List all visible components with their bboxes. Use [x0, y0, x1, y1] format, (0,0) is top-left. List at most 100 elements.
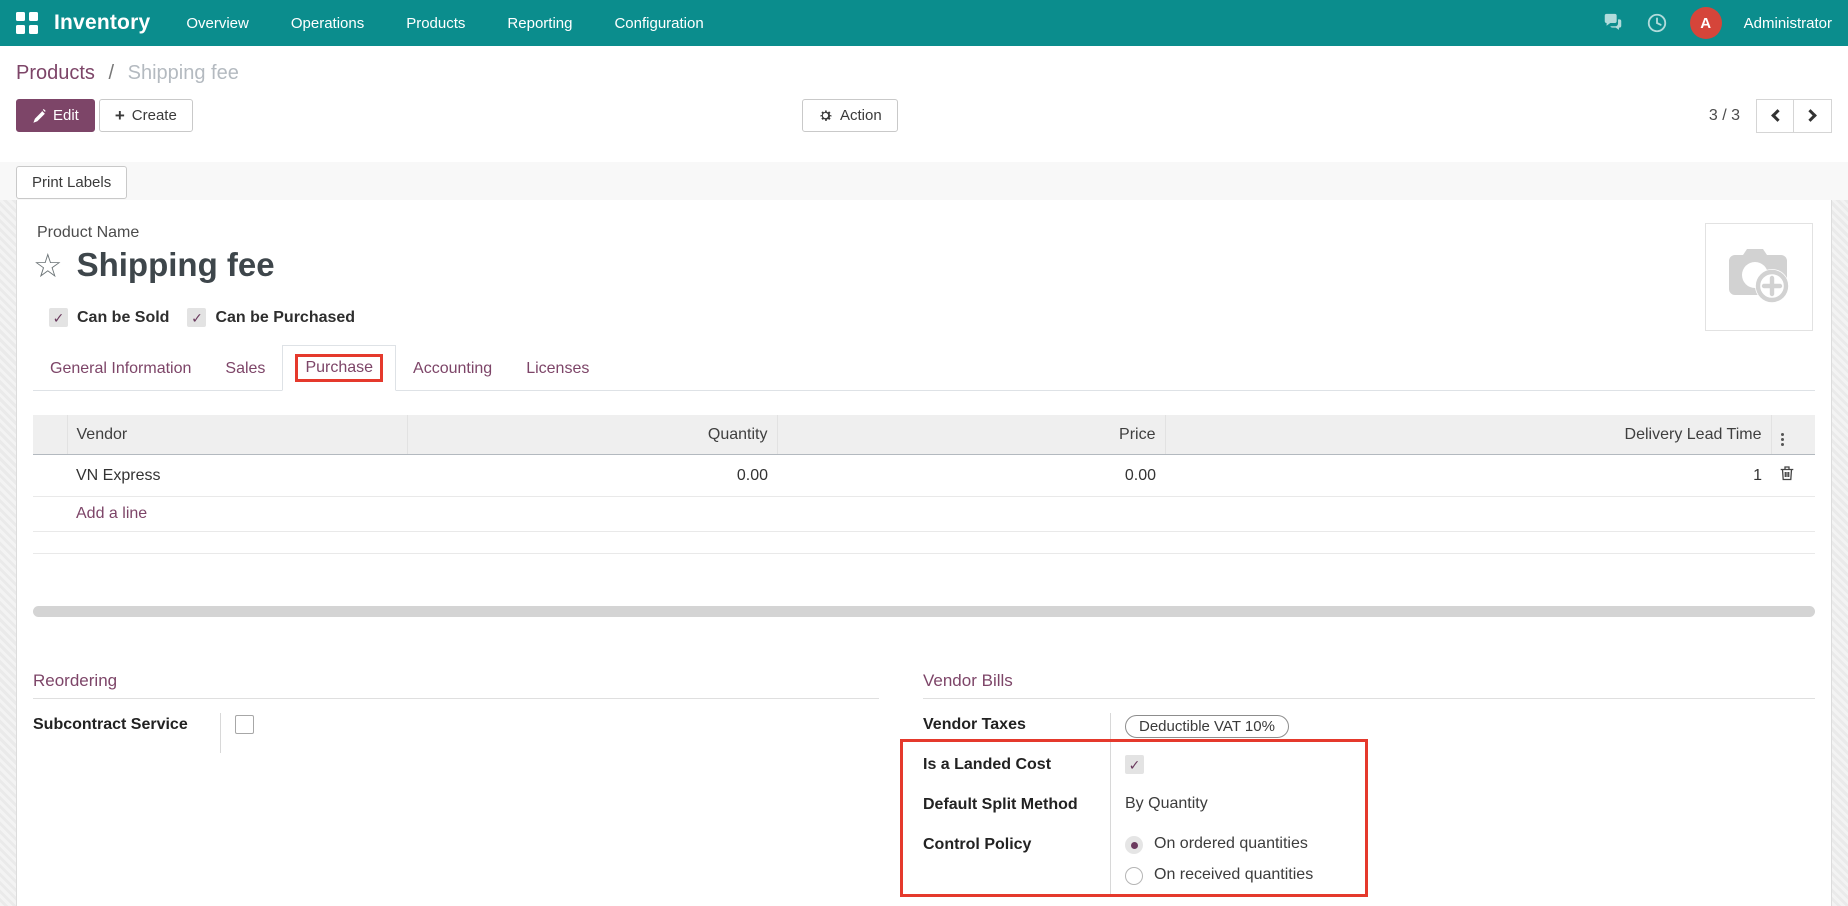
column-header-quantity[interactable]: Quantity — [407, 415, 777, 455]
can-be-sold-field: ✓ Can be Sold — [49, 308, 169, 327]
menu-item-products[interactable]: Products — [406, 1, 465, 46]
form-sheet: Product Name ☆ Shipping fee ✓ Can be Sol… — [16, 200, 1832, 906]
row-handle[interactable] — [33, 455, 67, 497]
vendor-bills-section: Vendor Bills Vendor Taxes Deductible VAT… — [923, 671, 1815, 895]
on-ordered-quantities-label: On ordered quantities — [1154, 835, 1308, 853]
cell-delete — [1771, 455, 1815, 497]
subcontract-service-field: Subcontract Service — [33, 713, 879, 753]
vendor-bills-title: Vendor Bills — [923, 671, 1815, 699]
main-menu: Overview Operations Products Reporting C… — [186, 1, 703, 46]
check-icon: ✓ — [1129, 758, 1141, 772]
tab-accounting[interactable]: Accounting — [396, 348, 509, 390]
messages-icon[interactable] — [1602, 12, 1624, 34]
can-be-sold-label: Can be Sold — [77, 309, 169, 327]
pager-next-button[interactable] — [1794, 99, 1832, 133]
radio-on-received-quantities[interactable] — [1125, 867, 1143, 885]
vendor-taxes-tag[interactable]: Deductible VAT 10% — [1125, 715, 1289, 738]
tab-purchase-highlight: Purchase — [295, 354, 383, 382]
tab-general-information[interactable]: General Information — [33, 348, 208, 390]
control-policy-option-2: On received quantities — [923, 864, 1815, 895]
column-header-vendor[interactable]: Vendor — [67, 415, 407, 455]
cell-vendor[interactable]: VN Express — [67, 455, 407, 497]
empty-table-row — [33, 532, 1815, 554]
column-header-price[interactable]: Price — [777, 415, 1165, 455]
edit-button-label: Edit — [53, 107, 79, 124]
trash-icon[interactable] — [1780, 465, 1794, 486]
product-title: Shipping fee — [77, 246, 275, 284]
column-header-delivery-lead-time[interactable]: Delivery Lead Time — [1165, 415, 1771, 455]
breadcrumb: Products / Shipping fee — [16, 62, 1832, 85]
pager-previous-button[interactable] — [1756, 99, 1794, 133]
tab-purchase[interactable]: Purchase — [282, 345, 396, 391]
can-be-purchased-checkbox[interactable]: ✓ — [187, 308, 206, 327]
favorite-star-icon[interactable]: ☆ — [33, 249, 63, 282]
default-split-method-field: Default Split Method By Quantity — [923, 793, 1815, 833]
is-landed-cost-field: Is a Landed Cost ✓ — [923, 753, 1815, 793]
chevron-left-icon — [1771, 109, 1784, 122]
tab-sales[interactable]: Sales — [208, 348, 282, 390]
is-landed-cost-label: Is a Landed Cost — [923, 753, 1111, 793]
breadcrumb-separator: / — [109, 62, 115, 84]
breadcrumb-products-link[interactable]: Products — [16, 62, 95, 84]
can-be-purchased-field: ✓ Can be Purchased — [187, 308, 355, 327]
control-policy-empty-label — [923, 864, 1111, 895]
control-policy-label: Control Policy — [923, 833, 1111, 864]
pager: 3 / 3 — [1709, 99, 1832, 133]
notebook-tabs: General Information Sales Purchase Accou… — [33, 345, 1815, 391]
cell-price[interactable]: 0.00 — [777, 455, 1165, 497]
table-header-row: Vendor Quantity Price Delivery Lead Time — [33, 415, 1815, 455]
user-menu[interactable]: Administrator — [1744, 15, 1832, 32]
reordering-section: Reordering Subcontract Service — [33, 671, 879, 895]
action-button[interactable]: Action — [802, 99, 898, 132]
can-be-sold-checkbox[interactable]: ✓ — [49, 308, 68, 327]
handle-column-header — [33, 415, 67, 455]
navbar-right: A Administrator — [1602, 7, 1832, 39]
print-labels-button[interactable]: Print Labels — [16, 166, 127, 199]
pager-count: 3 / 3 — [1709, 107, 1740, 125]
check-icon: ✓ — [53, 311, 65, 325]
product-image-placeholder[interactable] — [1705, 223, 1813, 331]
avatar-initial: A — [1700, 15, 1711, 32]
app-title[interactable]: Inventory — [54, 11, 150, 35]
create-button[interactable]: + Create — [99, 99, 193, 132]
action-button-label: Action — [840, 107, 882, 124]
menu-item-reporting[interactable]: Reporting — [507, 1, 572, 46]
status-bar: Print Labels — [0, 162, 1848, 200]
default-split-method-label: Default Split Method — [923, 793, 1111, 833]
control-policy-field: Control Policy On ordered quantities — [923, 833, 1815, 864]
edit-button[interactable]: Edit — [16, 99, 95, 132]
create-button-label: Create — [132, 107, 177, 124]
reordering-title: Reordering — [33, 671, 879, 699]
can-be-purchased-label: Can be Purchased — [215, 309, 355, 327]
vertical-dots-icon — [1781, 433, 1784, 446]
chevron-right-icon — [1804, 109, 1817, 122]
cell-quantity[interactable]: 0.00 — [407, 455, 777, 497]
user-avatar[interactable]: A — [1690, 7, 1722, 39]
apps-menu-icon[interactable] — [16, 12, 38, 34]
add-line-row: Add a line — [33, 497, 1815, 532]
default-split-method-value[interactable]: By Quantity — [1111, 793, 1208, 833]
is-landed-cost-checkbox[interactable]: ✓ — [1125, 755, 1144, 774]
optional-columns-toggle[interactable] — [1771, 415, 1815, 455]
vendor-pricelist-table: Vendor Quantity Price Delivery Lead Time… — [33, 415, 1815, 554]
camera-add-icon — [1721, 245, 1797, 309]
check-icon: ✓ — [191, 311, 203, 325]
activities-clock-icon[interactable] — [1646, 12, 1668, 34]
plus-icon: + — [115, 107, 125, 124]
table-horizontal-scrollbar[interactable] — [33, 606, 1815, 617]
table-row[interactable]: VN Express 0.00 0.00 1 — [33, 455, 1815, 497]
tab-licenses[interactable]: Licenses — [509, 348, 606, 390]
control-panel: Products / Shipping fee Edit + Create Ac… — [0, 46, 1848, 162]
print-labels-label: Print Labels — [32, 174, 111, 191]
subcontract-service-label: Subcontract Service — [33, 713, 221, 753]
cell-delivery-lead-time[interactable]: 1 — [1165, 455, 1771, 497]
subcontract-service-checkbox[interactable] — [235, 715, 254, 734]
menu-item-configuration[interactable]: Configuration — [614, 1, 703, 46]
menu-item-overview[interactable]: Overview — [186, 1, 249, 46]
add-a-line-link[interactable]: Add a line — [76, 505, 147, 522]
gear-icon — [818, 108, 833, 123]
menu-item-operations[interactable]: Operations — [291, 1, 364, 46]
vendor-taxes-label: Vendor Taxes — [923, 713, 1111, 753]
top-navbar: Inventory Overview Operations Products R… — [0, 0, 1848, 46]
radio-on-ordered-quantities[interactable] — [1125, 836, 1143, 854]
